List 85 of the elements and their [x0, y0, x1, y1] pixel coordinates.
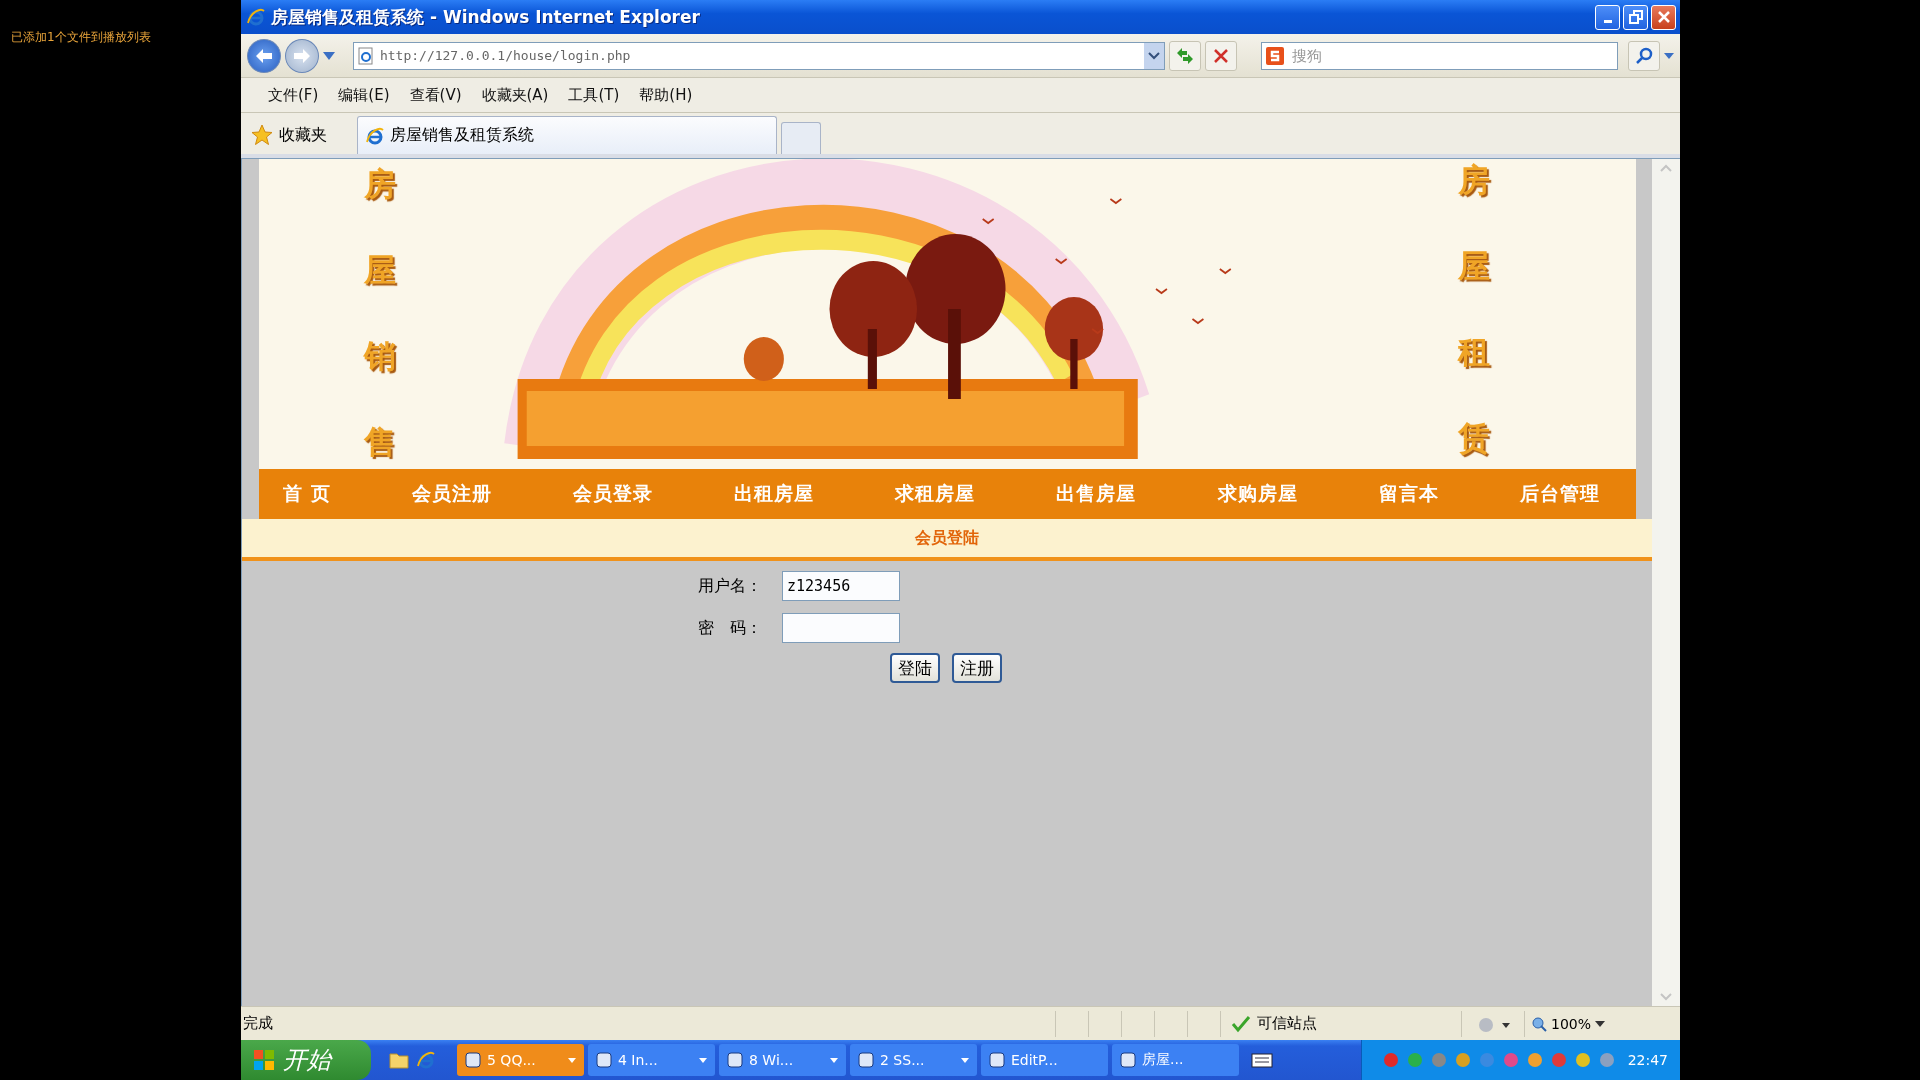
new-tab-button[interactable] — [781, 122, 821, 154]
menu-item[interactable]: 查看(V) — [402, 82, 469, 108]
close-button[interactable] — [1651, 4, 1676, 30]
nav-link[interactable]: 留言本 — [1378, 481, 1439, 507]
restore-icon — [1628, 10, 1643, 24]
app-icon — [465, 1052, 481, 1068]
minimize-icon — [1603, 19, 1612, 23]
field-label: 用户名： — [698, 575, 763, 597]
dropdown-icon — [961, 1057, 969, 1063]
menu-item[interactable]: 文件(F) — [261, 82, 326, 108]
dropdown-icon[interactable] — [322, 51, 335, 60]
banner-caption: 房屋租赁 — [1458, 160, 1490, 459]
dropdown-icon — [830, 1057, 838, 1063]
favorites-button[interactable]: 收藏夹 — [247, 116, 353, 154]
keyboard-icon[interactable] — [1251, 1051, 1273, 1069]
app-icon — [727, 1052, 743, 1068]
back-arrow-icon — [255, 47, 273, 64]
nav-link[interactable]: 求购房屋 — [1217, 481, 1298, 507]
dropdown-icon — [699, 1057, 707, 1063]
nav-link[interactable]: 出售房屋 — [1056, 481, 1137, 507]
taskbar-button[interactable]: 房屋... — [1112, 1044, 1239, 1076]
stop-icon — [1213, 47, 1230, 64]
nav-link[interactable]: 首 页 — [283, 481, 331, 507]
refresh-button[interactable] — [1169, 40, 1202, 71]
nav-link[interactable]: 会员注册 — [411, 481, 492, 507]
menu-item[interactable]: 编辑(E) — [331, 82, 397, 108]
stop-button[interactable] — [1205, 40, 1238, 71]
field-label: 密 码： — [698, 617, 763, 639]
app-icon — [858, 1052, 874, 1068]
checkmark-icon — [1231, 1014, 1251, 1033]
taskbar-button[interactable]: EditP... — [981, 1044, 1108, 1076]
password-field[interactable] — [782, 613, 900, 643]
zoom-icon — [1531, 1015, 1547, 1032]
app-icon — [989, 1052, 1005, 1068]
dropdown-icon — [1595, 1020, 1606, 1027]
menu-item[interactable]: 帮助(H) — [632, 82, 700, 108]
browser-icon — [247, 8, 265, 26]
banner-caption: 房屋销售 — [364, 164, 396, 463]
dropdown-icon — [568, 1057, 576, 1063]
forward-arrow-icon — [292, 47, 311, 64]
nav-link[interactable]: 出租房屋 — [734, 481, 815, 507]
address-field[interactable]: http://127.0.0.1/house/login.php — [352, 41, 1166, 70]
zoom-button[interactable]: 100% — [1524, 1010, 1612, 1037]
search-icon — [1635, 46, 1653, 65]
nav-link[interactable]: 后台管理 — [1520, 481, 1600, 507]
login-button[interactable]: 登陆 — [890, 653, 940, 683]
clock: 22:47 — [1627, 1052, 1668, 1068]
browser-icon — [366, 126, 384, 145]
menu-item[interactable]: 收藏夹(A) — [474, 82, 556, 108]
username-field[interactable]: z123456 — [782, 571, 900, 601]
close-icon — [1656, 10, 1671, 24]
notification-text: 已添加1个文件到播放列表 — [11, 29, 151, 46]
taskbar-button[interactable]: 4 In... — [588, 1044, 715, 1076]
menu-item[interactable]: 工具(T) — [561, 82, 627, 108]
folder-icon[interactable] — [389, 1051, 409, 1069]
browser-icon[interactable] — [417, 1051, 435, 1069]
start-button[interactable]: 开始 — [241, 1040, 371, 1080]
tray-icon[interactable] — [1525, 1051, 1544, 1069]
nav-link[interactable]: 会员登录 — [572, 481, 653, 507]
windows-logo-icon — [253, 1049, 275, 1071]
dropdown-icon[interactable] — [1664, 52, 1674, 59]
search-button[interactable] — [1628, 40, 1660, 71]
restore-button[interactable] — [1623, 4, 1648, 30]
refresh-icon — [1175, 46, 1196, 65]
taskbar-button[interactable]: 5 QQ... — [457, 1044, 584, 1076]
tray-icon[interactable] — [1573, 1051, 1592, 1069]
page-icon — [357, 46, 374, 65]
app-icon — [596, 1052, 612, 1068]
back-button[interactable] — [247, 38, 281, 73]
dropdown-icon[interactable] — [1148, 51, 1161, 60]
tray-icon[interactable] — [1381, 1051, 1400, 1069]
forward-button[interactable] — [284, 38, 319, 73]
minimize-button[interactable] — [1595, 4, 1620, 30]
taskbar-button[interactable]: 2 SS... — [850, 1044, 977, 1076]
register-button[interactable]: 注册 — [952, 653, 1002, 683]
browser-tab[interactable]: 房屋销售及租赁系统 — [357, 116, 777, 154]
nav-link[interactable]: 求租房屋 — [895, 481, 976, 507]
app-icon — [1120, 1052, 1136, 1068]
taskbar-button[interactable]: 8 Wi... — [719, 1044, 846, 1076]
section-title: 会员登陆 — [915, 527, 979, 549]
window-title: 房屋销售及租赁系统 - Windows Internet Explorer — [271, 5, 701, 29]
star-icon — [251, 124, 273, 146]
status-text: 完成 — [242, 1014, 274, 1033]
security-zone: 可信站点 — [1257, 1014, 1317, 1033]
search-field[interactable]: 搜狗 — [1261, 41, 1619, 70]
